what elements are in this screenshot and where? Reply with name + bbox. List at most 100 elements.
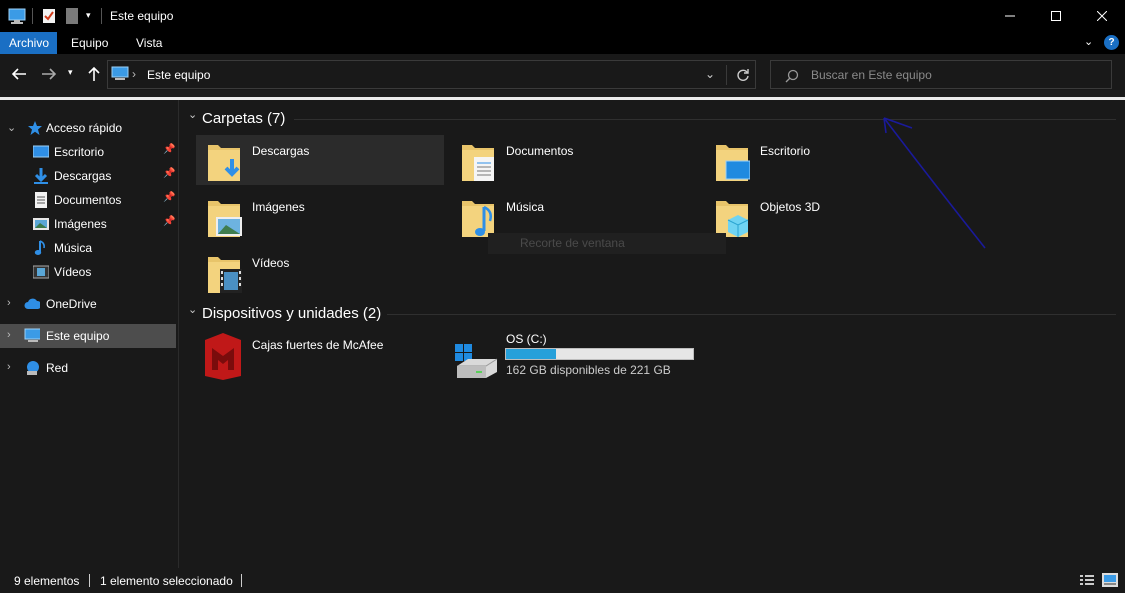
desktop-folder-icon <box>716 145 750 181</box>
nav-item-label: Descargas <box>54 169 112 183</box>
qa-divider <box>32 8 33 24</box>
tab-vista[interactable]: Vista <box>127 32 171 54</box>
folder-label: Objetos 3D <box>760 200 821 214</box>
nav-item-red[interactable]: › Red <box>0 356 176 380</box>
network-icon <box>27 361 39 375</box>
navigation-pane: ⌄ Acceso rápido Escritorio 📌 Descargas 📌… <box>0 100 179 568</box>
title-bar: ▾ Este equipo <box>0 0 1125 32</box>
folder-tile-imagenes[interactable]: Imágenes <box>196 191 444 241</box>
nav-item-label: Red <box>46 361 69 375</box>
folder-label: Música <box>506 200 545 214</box>
properties-icon[interactable] <box>42 8 56 24</box>
minimize-button[interactable] <box>987 0 1033 32</box>
tooltip: Recorte de ventana <box>488 233 726 254</box>
pictures-folder-icon <box>208 201 242 237</box>
nav-item-acceso-rapido[interactable]: ⌄ Acceso rápido <box>0 116 176 140</box>
item-count: 9 elementos <box>14 574 80 588</box>
expand-chevron-icon[interactable]: › <box>7 361 11 373</box>
nav-item-imagenes[interactable]: Imágenes 📌 <box>0 212 176 236</box>
folder-tile-escritorio[interactable]: Escritorio <box>704 135 952 185</box>
pin-icon: 📌 <box>163 192 176 203</box>
expand-chevron-icon[interactable]: ⌄ <box>7 121 16 134</box>
nav-item-label: Documentos <box>54 193 122 207</box>
device-label: OS (C:) <box>506 332 547 346</box>
pin-icon: 📌 <box>163 216 176 227</box>
divider <box>89 574 90 587</box>
content-pane: ⌄ Carpetas (7) Descargas Documentos Escr… <box>180 100 1125 568</box>
nav-item-onedrive[interactable]: › OneDrive <box>0 292 176 316</box>
nav-item-videos[interactable]: Vídeos <box>0 260 176 284</box>
collapse-chevron-icon[interactable]: ⌄ <box>188 108 197 121</box>
search-input[interactable]: Buscar en Este equipo <box>811 68 932 82</box>
ribbon-expand-chevron-icon[interactable]: ⌄ <box>1084 35 1093 48</box>
nav-item-label: Este equipo <box>46 329 110 343</box>
close-icon <box>1097 11 1107 21</box>
breadcrumb[interactable]: Este equipo <box>147 68 210 82</box>
device-tile-mcafee[interactable]: Cajas fuertes de McAfee <box>196 328 444 384</box>
maximize-button[interactable] <box>1033 0 1079 32</box>
group-divider <box>387 314 1116 315</box>
folder-label: Vídeos <box>252 256 290 270</box>
recent-locations-chevron-icon[interactable]: ▾ <box>68 67 73 78</box>
image-icon <box>33 218 49 230</box>
folder-tile-objetos-3d[interactable]: Objetos 3D <box>704 191 952 241</box>
video-icon <box>33 265 49 279</box>
desktop-icon <box>33 145 49 158</box>
download-folder-icon <box>208 145 240 181</box>
expand-chevron-icon[interactable]: › <box>7 329 11 341</box>
collapse-chevron-icon[interactable]: ⌄ <box>188 303 197 316</box>
videos-folder-icon <box>208 257 242 293</box>
mcafee-icon <box>205 333 241 380</box>
maximize-icon <box>1051 11 1061 21</box>
breadcrumb-separator[interactable]: › <box>132 67 136 81</box>
folder-tile-documentos[interactable]: Documentos <box>450 135 698 185</box>
cloud-icon <box>24 298 40 309</box>
forward-arrow-icon[interactable] <box>41 67 57 81</box>
close-button[interactable] <box>1079 0 1125 32</box>
group-header-folders[interactable]: Carpetas (7) <box>202 110 285 127</box>
large-icons-view-icon[interactable] <box>1102 573 1118 587</box>
search-icon <box>785 69 799 83</box>
nav-item-label: Acceso rápido <box>46 121 123 135</box>
selection-count: 1 elemento seleccionado <box>100 574 233 588</box>
status-bar: 9 elementos 1 elemento seleccionado <box>0 568 1125 593</box>
folder-label: Escritorio <box>760 144 811 158</box>
folder-tile-descargas[interactable]: Descargas <box>196 135 444 185</box>
folder-label: Documentos <box>506 144 574 158</box>
minimize-icon <box>1005 15 1015 17</box>
ribbon: Archivo Equipo Vista ⌄ ? <box>0 32 1125 54</box>
new-folder-icon[interactable] <box>66 8 78 24</box>
search-box[interactable]: Buscar en Este equipo <box>770 60 1112 89</box>
divider <box>726 65 727 85</box>
details-view-icon[interactable] <box>1080 574 1094 587</box>
pin-icon: 📌 <box>163 144 176 155</box>
download-icon <box>34 168 48 184</box>
nav-item-label: OneDrive <box>46 297 97 311</box>
nav-item-este-equipo[interactable]: › Este equipo <box>0 324 176 348</box>
drive-usage-fill <box>506 349 556 359</box>
back-arrow-icon[interactable] <box>11 67 27 81</box>
expand-chevron-icon[interactable]: › <box>7 297 11 309</box>
computer-icon <box>8 8 26 24</box>
tab-equipo[interactable]: Equipo <box>62 32 117 54</box>
nav-item-descargas[interactable]: Descargas 📌 <box>0 164 176 188</box>
qa-divider <box>101 8 102 24</box>
computer-icon <box>111 66 129 80</box>
folder-tile-videos[interactable]: Vídeos <box>196 247 444 297</box>
group-header-devices[interactable]: Dispositivos y unidades (2) <box>202 305 381 322</box>
navigation-bar: ▾ › Este equipo ⌄ Buscar en Este equipo <box>0 54 1125 96</box>
star-icon <box>28 121 42 135</box>
customize-qa-chevron-icon[interactable]: ▾ <box>86 10 91 26</box>
nav-item-escritorio[interactable]: Escritorio 📌 <box>0 140 176 164</box>
pin-icon: 📌 <box>163 168 176 179</box>
address-dropdown-chevron-icon[interactable]: ⌄ <box>705 67 715 81</box>
address-bar[interactable]: › Este equipo ⌄ <box>107 60 756 89</box>
help-button[interactable]: ? <box>1104 35 1119 50</box>
nav-item-documentos[interactable]: Documentos 📌 <box>0 188 176 212</box>
tab-archivo[interactable]: Archivo <box>0 32 57 54</box>
refresh-icon[interactable] <box>736 68 750 82</box>
nav-item-label: Vídeos <box>54 265 92 279</box>
drive-usage-bar <box>505 348 694 360</box>
nav-item-musica[interactable]: Música <box>0 236 176 260</box>
up-arrow-icon[interactable] <box>87 66 101 82</box>
